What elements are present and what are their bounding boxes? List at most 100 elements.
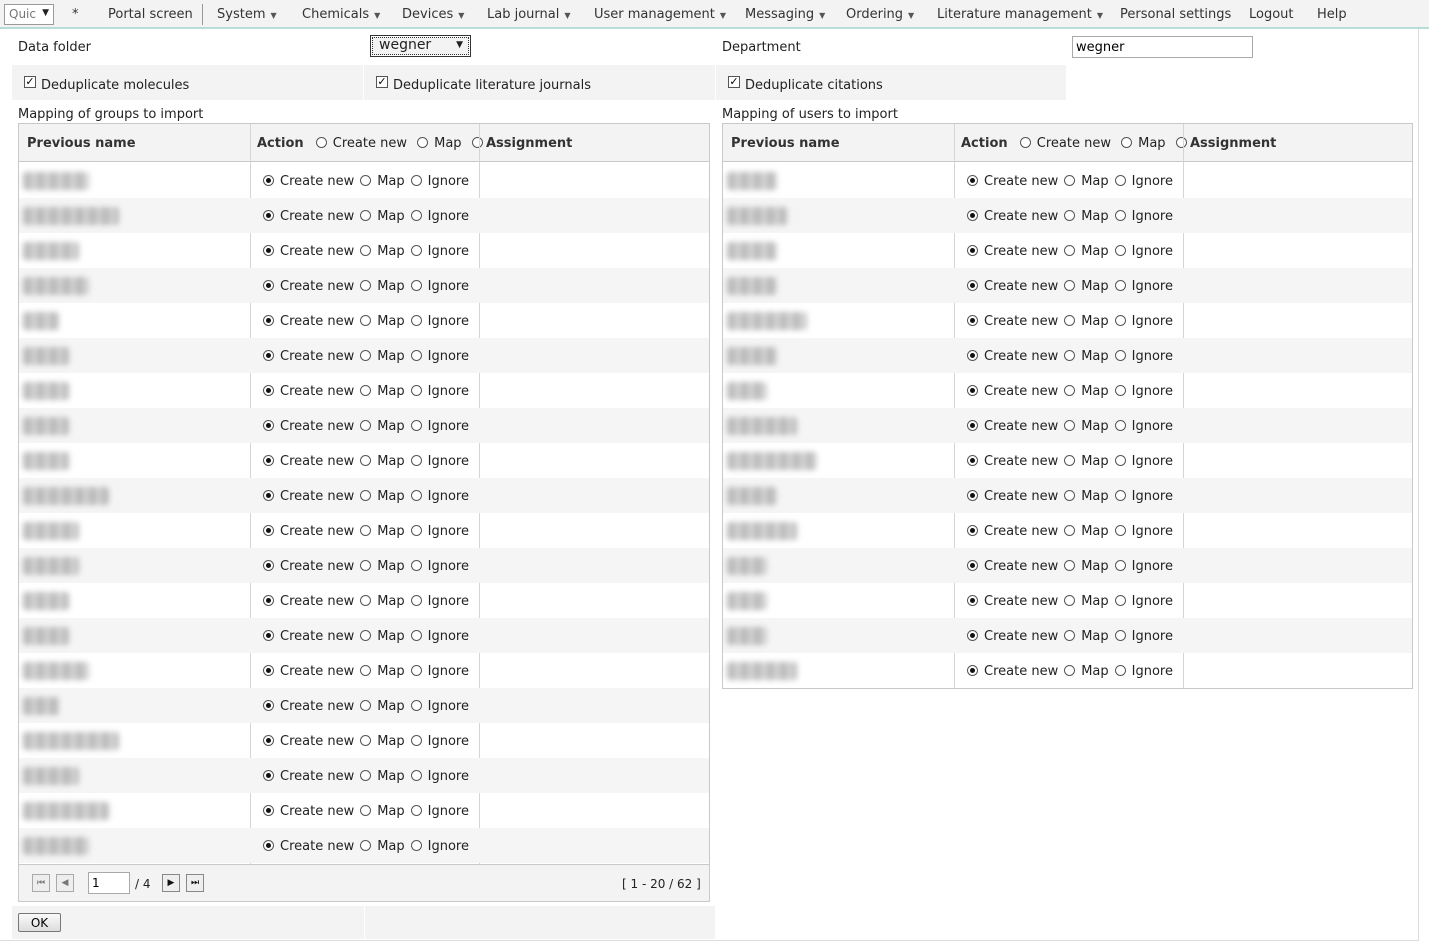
radio-empty-icon[interactable] — [410, 665, 422, 676]
radio-selected-icon[interactable] — [967, 385, 978, 396]
radio-empty-icon[interactable] — [1114, 175, 1126, 186]
radio-selected-icon[interactable] — [263, 455, 274, 466]
radio-empty-icon[interactable] — [1064, 245, 1076, 256]
radio-empty-icon[interactable] — [360, 735, 372, 746]
radio-empty-icon[interactable] — [360, 665, 372, 676]
radio-selected-icon[interactable] — [263, 175, 274, 186]
radio-empty-icon[interactable] — [1064, 350, 1076, 361]
prev-page-icon[interactable]: ◀ — [56, 874, 74, 892]
radio-empty-icon[interactable] — [1064, 490, 1076, 501]
radio-selected-icon[interactable] — [967, 490, 978, 501]
radio-empty-icon[interactable] — [1114, 385, 1126, 396]
next-page-icon[interactable]: ▶ — [162, 874, 180, 892]
radio-empty-icon[interactable] — [417, 137, 429, 148]
radio-empty-icon[interactable] — [360, 840, 372, 851]
menu-item-1[interactable]: Portal screen — [108, 7, 193, 22]
radio-empty-icon[interactable] — [410, 350, 422, 361]
menu-item-0[interactable]: * — [72, 7, 79, 22]
radio-empty-icon[interactable] — [410, 420, 422, 431]
radio-selected-icon[interactable] — [967, 350, 978, 361]
radio-empty-icon[interactable] — [1064, 630, 1076, 641]
radio-empty-icon[interactable] — [410, 385, 422, 396]
radio-empty-icon[interactable] — [360, 595, 372, 606]
radio-empty-icon[interactable] — [1175, 137, 1187, 148]
radio-empty-icon[interactable] — [410, 245, 422, 256]
radio-selected-icon[interactable] — [967, 595, 978, 606]
menu-item-2[interactable]: System ▼ — [217, 7, 277, 22]
radio-empty-icon[interactable] — [1064, 210, 1076, 221]
radio-selected-icon[interactable] — [967, 210, 978, 221]
radio-empty-icon[interactable] — [1064, 385, 1076, 396]
radio-empty-icon[interactable] — [1114, 280, 1126, 291]
radio-selected-icon[interactable] — [967, 455, 978, 466]
radio-selected-icon[interactable] — [263, 385, 274, 396]
radio-selected-icon[interactable] — [967, 525, 978, 536]
radio-empty-icon[interactable] — [360, 525, 372, 536]
radio-empty-icon[interactable] — [360, 560, 372, 571]
radio-empty-icon[interactable] — [1114, 560, 1126, 571]
data-folder-select[interactable]: wegner ▼ — [370, 35, 471, 57]
last-page-icon[interactable]: ⏭ — [186, 874, 204, 892]
menu-item-5[interactable]: Lab journal ▼ — [487, 7, 571, 22]
radio-empty-icon[interactable] — [360, 770, 372, 781]
menu-item-11[interactable]: Logout — [1249, 7, 1294, 22]
dedup-citations-checkbox[interactable]: ✓ — [728, 76, 740, 88]
radio-empty-icon[interactable] — [1064, 280, 1076, 291]
radio-empty-icon[interactable] — [410, 630, 422, 641]
radio-selected-icon[interactable] — [967, 560, 978, 571]
menu-item-8[interactable]: Ordering ▼ — [846, 7, 914, 22]
radio-empty-icon[interactable] — [1121, 137, 1133, 148]
radio-selected-icon[interactable] — [967, 315, 978, 326]
radio-empty-icon[interactable] — [1064, 595, 1076, 606]
page-number-input[interactable] — [88, 872, 130, 894]
menu-item-4[interactable]: Devices ▼ — [402, 7, 464, 22]
radio-empty-icon[interactable] — [1114, 525, 1126, 536]
radio-selected-icon[interactable] — [263, 770, 274, 781]
radio-empty-icon[interactable] — [1114, 350, 1126, 361]
radio-empty-icon[interactable] — [410, 315, 422, 326]
radio-empty-icon[interactable] — [1114, 455, 1126, 466]
menu-item-10[interactable]: Personal settings — [1120, 7, 1231, 22]
dedup-journals-checkbox[interactable]: ✓ — [376, 76, 388, 88]
radio-empty-icon[interactable] — [410, 700, 422, 711]
radio-empty-icon[interactable] — [1064, 455, 1076, 466]
radio-empty-icon[interactable] — [410, 525, 422, 536]
dedup-molecules-checkbox[interactable]: ✓ — [24, 76, 36, 88]
radio-empty-icon[interactable] — [360, 630, 372, 641]
radio-empty-icon[interactable] — [1064, 665, 1076, 676]
radio-empty-icon[interactable] — [1114, 595, 1126, 606]
radio-empty-icon[interactable] — [360, 805, 372, 816]
radio-empty-icon[interactable] — [1114, 245, 1126, 256]
radio-selected-icon[interactable] — [967, 420, 978, 431]
radio-empty-icon[interactable] — [360, 350, 372, 361]
menu-item-3[interactable]: Chemicals ▼ — [302, 7, 380, 22]
radio-empty-icon[interactable] — [410, 560, 422, 571]
radio-empty-icon[interactable] — [1019, 137, 1031, 148]
radio-empty-icon[interactable] — [1114, 315, 1126, 326]
ok-button[interactable]: OK — [18, 913, 61, 932]
radio-selected-icon[interactable] — [263, 280, 274, 291]
radio-empty-icon[interactable] — [471, 137, 483, 148]
radio-selected-icon[interactable] — [263, 595, 274, 606]
radio-selected-icon[interactable] — [263, 700, 274, 711]
radio-empty-icon[interactable] — [410, 490, 422, 501]
radio-empty-icon[interactable] — [1064, 315, 1076, 326]
radio-empty-icon[interactable] — [1114, 420, 1126, 431]
radio-empty-icon[interactable] — [360, 210, 372, 221]
radio-selected-icon[interactable] — [263, 210, 274, 221]
radio-empty-icon[interactable] — [360, 455, 372, 466]
radio-selected-icon[interactable] — [263, 735, 274, 746]
radio-empty-icon[interactable] — [1064, 175, 1076, 186]
radio-empty-icon[interactable] — [1114, 490, 1126, 501]
menu-item-9[interactable]: Literature management ▼ — [937, 7, 1103, 22]
radio-empty-icon[interactable] — [360, 315, 372, 326]
radio-empty-icon[interactable] — [410, 280, 422, 291]
radio-selected-icon[interactable] — [967, 175, 978, 186]
radio-empty-icon[interactable] — [410, 595, 422, 606]
radio-empty-icon[interactable] — [410, 455, 422, 466]
radio-selected-icon[interactable] — [967, 280, 978, 291]
radio-selected-icon[interactable] — [967, 665, 978, 676]
radio-empty-icon[interactable] — [1114, 665, 1126, 676]
radio-empty-icon[interactable] — [410, 840, 422, 851]
radio-empty-icon[interactable] — [360, 245, 372, 256]
